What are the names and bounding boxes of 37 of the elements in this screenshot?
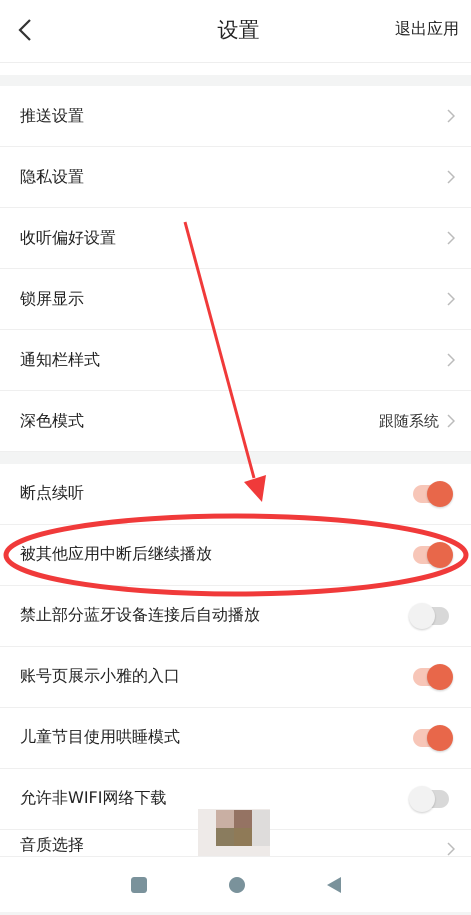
home-button[interactable] xyxy=(228,876,246,894)
recents-button[interactable] xyxy=(130,876,148,894)
row-label: 推送设置 xyxy=(20,106,85,127)
row-label: 隐私设置 xyxy=(20,166,85,188)
settings-row[interactable]: 禁止部分蓝牙设备连接后自动播放 xyxy=(0,586,471,647)
row-value: 跟随系统 xyxy=(379,412,439,431)
row-label: 允许非WIFI网络下载 xyxy=(20,788,168,810)
settings-row[interactable]: 儿童节目使用哄睡模式 xyxy=(0,708,471,769)
settings-row[interactable]: 推送设置 xyxy=(0,86,471,148)
back-button[interactable] xyxy=(18,18,32,41)
settings-row[interactable]: 收听偏好设置 xyxy=(0,208,471,270)
row-label: 收听偏好设置 xyxy=(20,228,117,249)
settings-row[interactable]: 通知栏样式 xyxy=(0,330,471,392)
settings-row[interactable]: 账号页展示小雅的入口 xyxy=(0,646,471,708)
row-label: 音质选择 xyxy=(20,834,85,856)
chevron-icon xyxy=(447,292,455,306)
row-label: 深色模式 xyxy=(20,410,85,432)
settings-row[interactable]: 隐私设置 xyxy=(0,147,471,208)
chevron-icon xyxy=(447,170,455,184)
page-title: 设置 xyxy=(218,16,260,44)
chevron-icon xyxy=(447,353,455,368)
row-label: 通知栏样式 xyxy=(20,350,101,371)
settings-row[interactable]: 被其他应用中断后继续播放 xyxy=(0,524,471,586)
row-label: 锁屏显示 xyxy=(20,288,85,310)
row-label: 禁止部分蓝牙设备连接后自动播放 xyxy=(20,605,261,626)
chevron-icon xyxy=(447,109,455,124)
chevron-icon xyxy=(447,414,455,428)
row-label: 被其他应用中断后继续播放 xyxy=(20,544,213,566)
row-label: 账号页展示小雅的入口 xyxy=(20,666,181,688)
back-nav-button[interactable] xyxy=(326,876,342,894)
chevron-icon xyxy=(447,231,455,246)
settings-row[interactable]: 锁屏显示 xyxy=(0,269,471,330)
exit-app-button[interactable]: 退出应用 xyxy=(395,19,459,40)
chevron-icon xyxy=(447,842,455,856)
mosaic-drawing xyxy=(198,809,270,856)
row-label: 断点续听 xyxy=(20,483,85,504)
row-label: 儿童节目使用哄睡模式 xyxy=(20,727,181,748)
